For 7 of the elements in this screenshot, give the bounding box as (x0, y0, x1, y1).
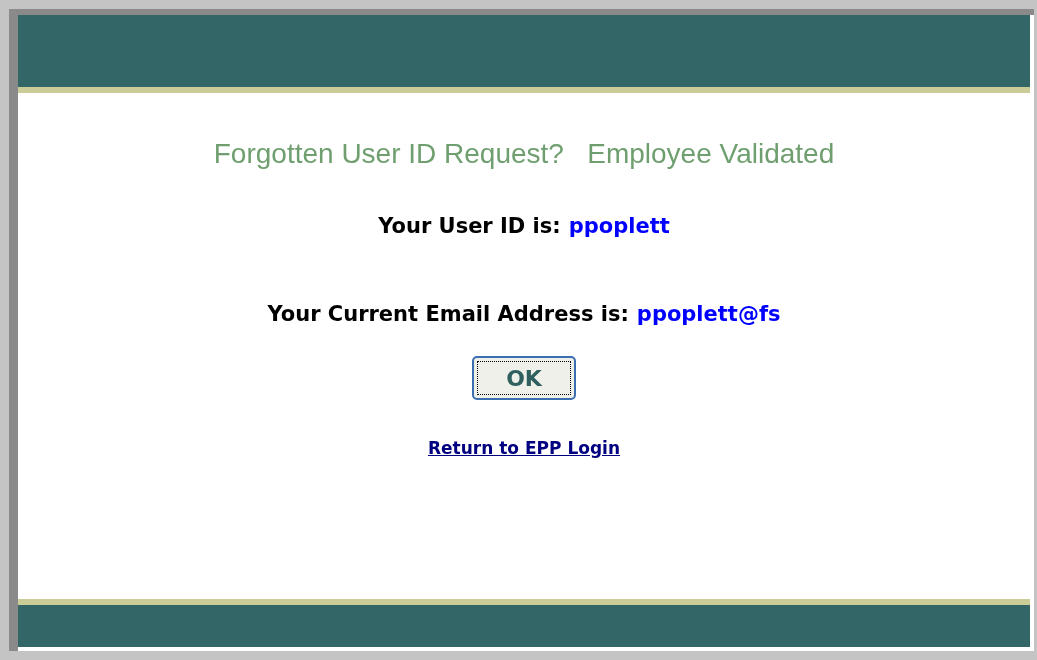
email-value: ppoplett@fs (636, 300, 781, 328)
return-link[interactable]: Return to EPP Login (427, 436, 620, 462)
ok-button[interactable]: OK (472, 356, 576, 400)
email-label: Your Current Email Address is: (267, 300, 629, 328)
page-title: Forgotten User ID Request? Employee Validated (213, 137, 835, 171)
user-id-label: Your User ID is: (378, 213, 561, 240)
user-id-value: ppoplett (568, 213, 670, 240)
